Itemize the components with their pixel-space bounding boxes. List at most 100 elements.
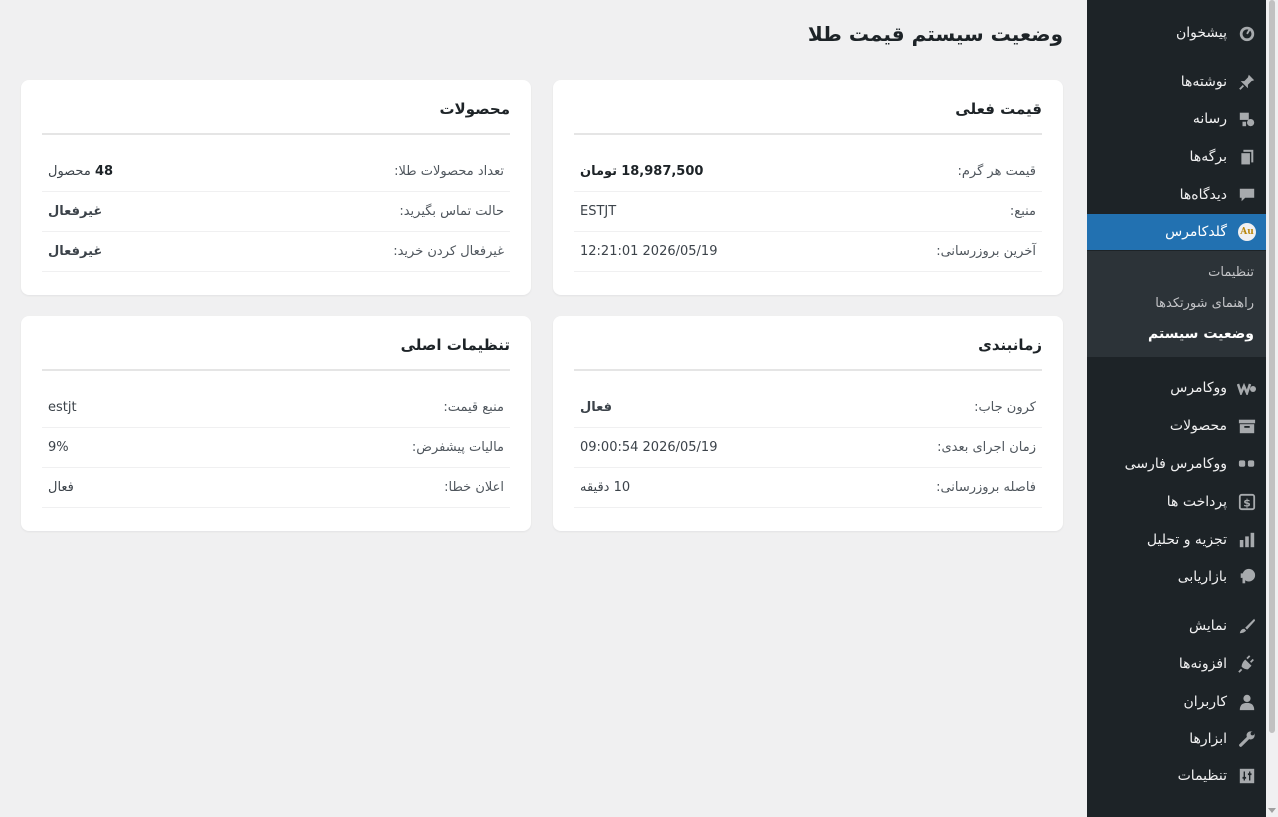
submenu-item-settings[interactable]: تنظیمات [1208,265,1254,280]
sidebar-item-appearance[interactable]: نمایش [1087,608,1266,644]
table-row: منبع: ESTJT [574,192,1042,232]
table-row: تعداد محصولات طلا: 48 محصول [42,152,510,192]
sidebar-item-label: رسانه [1192,111,1227,127]
sidebar-item-pages[interactable]: برگه‌ها [1087,139,1266,175]
status-value: غیرفعال [48,244,103,259]
row-value: 9% [48,440,69,455]
sidebar-item-label: ووکامرس [1170,380,1227,396]
price-value: 18,987,500 [621,164,704,179]
status-value: فعال [580,400,613,415]
sidebar-item-label: پرداخت ها [1166,494,1227,510]
au-icon: Au [1237,222,1257,242]
scroll-down-arrow[interactable] [1268,808,1276,813]
sidebar-item-media[interactable]: رسانه [1087,101,1266,137]
row-label: فاصله بروزرسانی: [936,480,1036,495]
pin-icon [1237,72,1257,92]
quote-icon [1237,454,1257,474]
row-label: کرون جاب: [974,400,1036,415]
row-value: 2026/05/19 12:21:01 [580,244,718,259]
settings-icon [1237,766,1257,786]
sidebar-item-comments[interactable]: دیدگاه‌ها [1087,177,1266,213]
sidebar-item-payments[interactable]: $ پرداخت ها [1087,484,1266,520]
schedule-card: زمانبندی کرون جاب: فعال زمان اجرای بعدی:… [553,316,1063,531]
card-title: محصولات [439,100,510,118]
sidebar-item-label: برگه‌ها [1189,149,1227,165]
row-label: تعداد محصولات طلا: [394,164,504,179]
count-value: 48 [94,164,114,179]
price-unit: تومان [580,164,618,179]
megaphone-icon [1237,567,1257,587]
sidebar-item-dashboard[interactable]: پیشخوان [1087,15,1266,51]
sidebar-item-analytics[interactable]: تجزیه و تحلیل [1087,522,1266,558]
status-value: غیرفعال [48,204,103,219]
au-badge: Au [1238,223,1256,241]
payment-icon: $ [1237,492,1257,512]
sidebar-item-label: محصولات [1169,418,1227,434]
sidebar-item-products[interactable]: محصولات [1087,408,1266,444]
archive-icon [1237,416,1257,436]
row-label: قیمت هر گرم: [957,164,1036,179]
card-title: قیمت فعلی [955,100,1042,118]
row-value: 2026/05/19 09:00:54 [580,440,718,455]
row-value: estjt [48,400,77,415]
sidebar-item-label: بازاریابی [1177,569,1227,585]
card-title: تنظیمات اصلی [400,336,510,354]
sidebar-item-marketing[interactable]: بازاریابی [1087,559,1266,595]
table-row: غیرفعال کردن خرید: غیرفعال [42,232,510,272]
sidebar-item-label: افزونه‌ها [1178,656,1227,672]
divider [42,369,510,371]
table-row: کرون جاب: فعال [574,388,1042,428]
media-icon [1237,109,1257,129]
row-value: 18,987,500 تومان [580,164,703,179]
divider [574,133,1042,135]
row-label: آخرین بروزرسانی: [936,244,1036,259]
sidebar-item-posts[interactable]: نوشته‌ها [1087,64,1266,100]
row-label: زمان اجرای بعدی: [937,440,1036,455]
row-value: 10 دقیقه [580,480,631,495]
goldcommerce-submenu: تنظیمات راهنمای شورتکدها وضعیت سیستم [1087,251,1266,357]
pages-icon [1237,147,1257,167]
table-row: زمان اجرای بعدی: 2026/05/19 09:00:54 [574,428,1042,468]
sidebar-item-label: نوشته‌ها [1180,74,1227,90]
sidebar-item-plugins[interactable]: افزونه‌ها [1087,646,1266,682]
count-unit: محصول [48,164,91,179]
row-label: غیرفعال کردن خرید: [393,244,504,259]
table-row: منبع قیمت: estjt [42,388,510,428]
sidebar-item-goldcommerce[interactable]: Au گلدکامرس [1079,214,1266,250]
sidebar-item-tools[interactable]: ابزارها [1087,721,1266,757]
sidebar-item-settings[interactable]: تنظیمات [1087,758,1266,794]
user-icon [1237,692,1257,712]
card-title: زمانبندی [978,336,1042,354]
sidebar-item-woo-farsi[interactable]: ووکامرس فارسی [1087,446,1266,482]
sidebar-item-label: گلدکامرس [1165,224,1227,240]
row-label: مالیات پیشفرض: [411,440,504,455]
submenu-item-system-status[interactable]: وضعیت سیستم [1148,326,1254,342]
sidebar-item-label: پیشخوان [1175,25,1227,41]
admin-sidebar: پیشخوان نوشته‌ها رسانه برگه‌ها دیدگاه‌ها… [1079,0,1266,817]
page-title: وضعیت سیستم قیمت طلا [807,22,1063,46]
sidebar-item-label: ووکامرس فارسی [1124,456,1227,472]
row-value: فعال [48,480,74,495]
divider [42,133,510,135]
row-label: حالت تماس بگیرید: [399,204,504,219]
sidebar-item-label: تجزیه و تحلیل [1146,532,1227,548]
scrollbar-thumb[interactable] [1269,0,1275,733]
sidebar-item-label: تنظیمات [1177,768,1227,784]
sidebar-item-label: ابزارها [1189,731,1227,747]
main-settings-card: تنظیمات اصلی منبع قیمت: estjt مالیات پیش… [21,316,531,531]
row-value: 48 محصول [48,164,113,179]
chart-icon [1237,530,1257,550]
submenu-item-shortcodes[interactable]: راهنمای شورتکدها [1155,296,1254,311]
row-label: منبع: [1009,204,1036,219]
wrench-icon [1237,729,1257,749]
sidebar-item-label: نمایش [1188,618,1227,634]
window-scrollbar[interactable] [1266,0,1278,817]
current-price-card: قیمت فعلی قیمت هر گرم: 18,987,500 تومان … [553,80,1063,295]
row-label: اعلان خطا: [444,480,504,495]
sidebar-item-users[interactable]: کاربران [1087,684,1266,720]
sidebar-item-woocommerce[interactable]: ووکامرس [1087,370,1266,406]
table-row: آخرین بروزرسانی: 2026/05/19 12:21:01 [574,232,1042,272]
dashboard-icon [1237,23,1257,43]
table-row: اعلان خطا: فعال [42,468,510,508]
plugin-icon [1237,654,1257,674]
